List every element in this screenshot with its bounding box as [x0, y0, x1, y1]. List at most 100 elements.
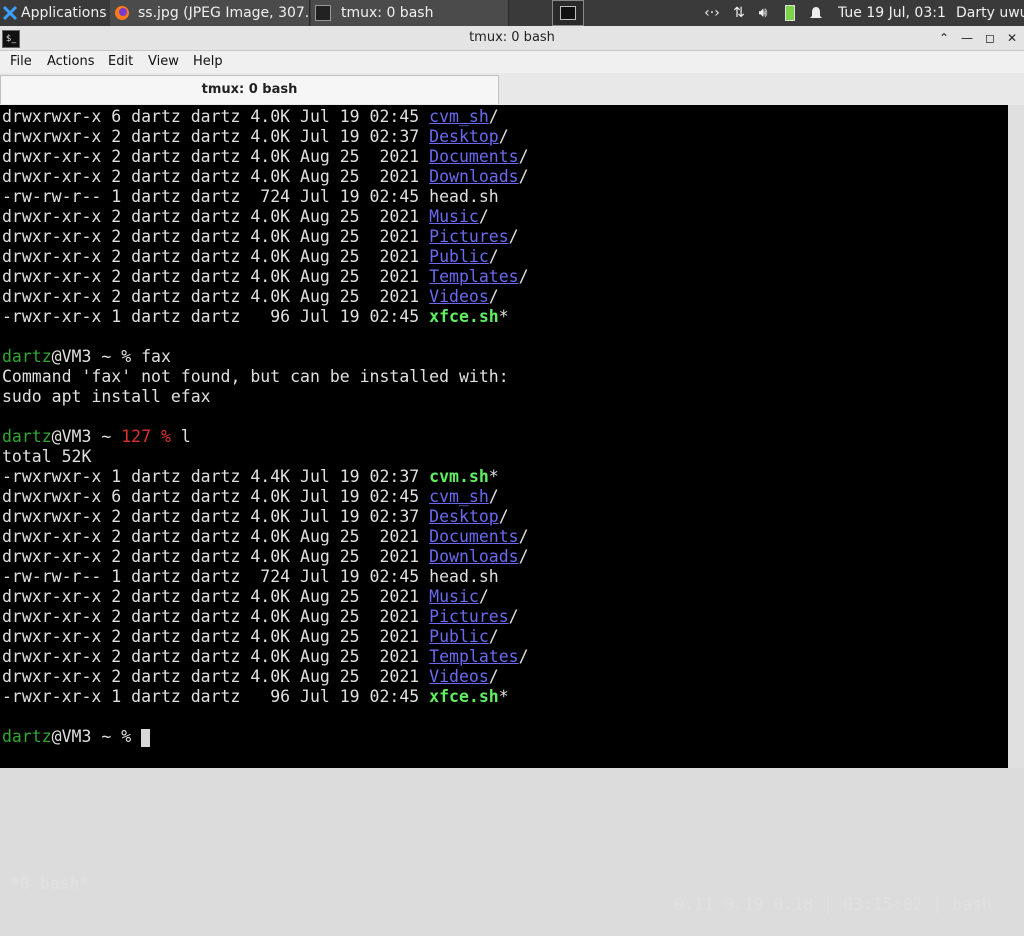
ls-filename: head.sh	[429, 187, 499, 206]
ls-row: drwxrwxr-x 2 dartz dartz 4.0K Jul 19 02:…	[2, 507, 509, 527]
ls-suffix: /	[498, 507, 509, 526]
ls-suffix: /	[488, 107, 499, 126]
ls-filename: Videos	[429, 287, 489, 306]
ls-meta: drwxrwxr-x 2 dartz dartz 4.0K Jul 19 02:…	[2, 127, 430, 146]
prompt-host: @VM3 ~	[51, 427, 122, 446]
ls-filename: Public	[429, 247, 489, 266]
command-text: l	[170, 427, 191, 446]
minimize-window-icon[interactable]: —	[958, 29, 976, 47]
ls-row: -rwxr-xr-x 1 dartz dartz 96 Jul 19 02:45…	[2, 687, 509, 707]
task-firefox[interactable]: ss.jpg (JPEG Image, 307...	[110, 0, 310, 26]
clock[interactable]: Tue 19 Jul, 03:15	[838, 0, 946, 26]
ls-row: drwxrwxr-x 2 dartz dartz 4.0K Jul 19 02:…	[2, 127, 509, 147]
ls-suffix: /	[488, 667, 499, 686]
ls-row: drwxr-xr-x 2 dartz dartz 4.0K Aug 25 202…	[2, 167, 529, 187]
ls-row: drwxr-xr-x 2 dartz dartz 4.0K Aug 25 202…	[2, 607, 519, 627]
task-terminal[interactable]: tmux: 0 bash	[311, 0, 509, 26]
ls-filename: cvm_sh	[429, 107, 489, 126]
ls-meta: -rwxr-xr-x 1 dartz dartz 96 Jul 19 02:45	[2, 687, 430, 706]
ls-meta: drwxr-xr-x 2 dartz dartz 4.0K Aug 25 202…	[2, 207, 430, 226]
applications-label: Applications	[21, 5, 107, 21]
menu-view[interactable]: View	[148, 51, 179, 73]
network-arrows-icon[interactable]: ‹·›	[702, 0, 722, 26]
tab-tmux-bash[interactable]: tmux: 0 bash	[0, 75, 499, 104]
ls-row: drwxr-xr-x 2 dartz dartz 4.0K Aug 25 202…	[2, 627, 499, 647]
close-window-icon[interactable]: ✕	[1003, 29, 1021, 47]
ls-meta: drwxr-xr-x 2 dartz dartz 4.0K Aug 25 202…	[2, 287, 430, 306]
ls-filename: Desktop	[429, 127, 499, 146]
ls-filename: Pictures	[429, 227, 509, 246]
user-menu[interactable]: Darty uwu	[956, 0, 1024, 26]
ls-meta: drwxr-xr-x 2 dartz dartz 4.0K Aug 25 202…	[2, 647, 430, 666]
ls-meta: drwxr-xr-x 2 dartz dartz 4.0K Aug 25 202…	[2, 607, 430, 626]
tmux-window-label[interactable]: *0 bash*	[0, 873, 89, 894]
prompt-char: %	[121, 347, 132, 366]
notification-bell-icon[interactable]	[806, 0, 826, 26]
menu-file[interactable]: File	[10, 51, 32, 73]
ls-meta: drwxr-xr-x 2 dartz dartz 4.0K Aug 25 202…	[2, 587, 430, 606]
ls-suffix: /	[518, 547, 529, 566]
ls-filename: Documents	[429, 527, 519, 546]
ls-suffix: *	[498, 687, 509, 706]
ls-suffix: /	[498, 127, 509, 146]
task-label: tmux: 0 bash	[341, 5, 434, 21]
window-titlebar[interactable]: $_ tmux: 0 bash ⌃ — ◻ ✕	[0, 26, 1024, 51]
task-label: ss.jpg (JPEG Image, 307...	[138, 5, 310, 21]
ls-row: drwxr-xr-x 2 dartz dartz 4.0K Aug 25 202…	[2, 647, 529, 667]
maximize-window-icon[interactable]: ◻	[981, 29, 999, 47]
prompt-host: @VM3 ~	[51, 347, 122, 366]
ls-row: drwxrwxr-x 6 dartz dartz 4.0K Jul 19 02:…	[2, 487, 499, 507]
ls-filename: xfce.sh	[429, 307, 499, 326]
ls-suffix: *	[488, 467, 499, 486]
menu-edit[interactable]: Edit	[108, 51, 133, 73]
shade-window-icon[interactable]: ⌃	[935, 29, 953, 47]
prompt-user: dartz	[2, 347, 52, 366]
window-title: tmux: 0 bash	[469, 30, 555, 45]
ls-meta: -rw-rw-r-- 1 dartz dartz 724 Jul 19 02:4…	[2, 187, 430, 206]
text-cursor	[141, 728, 151, 747]
ls-meta: drwxr-xr-x 2 dartz dartz 4.0K Aug 25 202…	[2, 167, 430, 186]
terminal-icon	[315, 5, 331, 21]
ls-meta: drwxr-xr-x 2 dartz dartz 4.0K Aug 25 202…	[2, 247, 430, 266]
tmux-status-right: 0.11 0.19 0.18 | 03:15:02 | bash	[674, 895, 992, 914]
ls-suffix: /	[518, 147, 529, 166]
terminal-output[interactable]: drwxrwxr-x 6 dartz dartz 4.0K Jul 19 02:…	[0, 105, 1008, 914]
ls-meta: drwxr-xr-x 2 dartz dartz 4.0K Aug 25 202…	[2, 267, 430, 286]
workspace-switcher[interactable]	[552, 0, 584, 26]
battery-icon[interactable]	[782, 0, 798, 26]
ls-filename: Pictures	[429, 607, 509, 626]
network-updown-icon[interactable]: ⇅	[729, 0, 749, 26]
ls-row: -rw-rw-r-- 1 dartz dartz 724 Jul 19 02:4…	[2, 567, 499, 587]
ls-meta: drwxr-xr-x 2 dartz dartz 4.0K Aug 25 202…	[2, 147, 430, 166]
ls-suffix: /	[518, 267, 529, 286]
prompt-line[interactable]: dartz@VM3 ~ %	[2, 727, 151, 747]
ls-filename: Templates	[429, 267, 519, 286]
ls-row: drwxr-xr-x 2 dartz dartz 4.0K Aug 25 202…	[2, 587, 489, 607]
command-text: fax	[131, 347, 171, 366]
ls-meta: -rw-rw-r-- 1 dartz dartz 724 Jul 19 02:4…	[2, 567, 430, 586]
terminal-scrollbar[interactable]	[1008, 105, 1024, 768]
menu-help[interactable]: Help	[193, 51, 223, 73]
volume-icon[interactable]: 🔊︎	[753, 0, 773, 26]
ls-filename: Music	[429, 207, 479, 226]
ls-suffix: /	[518, 527, 529, 546]
tab-bar: tmux: 0 bash	[0, 73, 1024, 105]
ls-meta: drwxrwxr-x 6 dartz dartz 4.0K Jul 19 02:…	[2, 487, 430, 506]
ls-row: drwxr-xr-x 2 dartz dartz 4.0K Aug 25 202…	[2, 287, 499, 307]
ls-filename: Videos	[429, 667, 489, 686]
ls-filename: Downloads	[429, 167, 519, 186]
ls-row: drwxr-xr-x 2 dartz dartz 4.0K Aug 25 202…	[2, 527, 529, 547]
output-line: total 52K	[2, 447, 92, 466]
tmux-status-bar: *0 bash* 0.11 0.19 0.18 | 03:15:02 | bas…	[0, 852, 1008, 914]
applications-menu[interactable]: Applications	[2, 0, 110, 26]
ls-row: drwxr-xr-x 2 dartz dartz 4.0K Aug 25 202…	[2, 247, 499, 267]
ls-meta: drwxrwxr-x 2 dartz dartz 4.0K Jul 19 02:…	[2, 507, 430, 526]
ls-row: drwxr-xr-x 2 dartz dartz 4.0K Aug 25 202…	[2, 147, 529, 167]
ls-meta: drwxr-xr-x 2 dartz dartz 4.0K Aug 25 202…	[2, 627, 430, 646]
ls-row: -rwxr-xr-x 1 dartz dartz 96 Jul 19 02:45…	[2, 307, 509, 327]
prompt-user: dartz	[2, 427, 52, 446]
ls-meta: -rwxr-xr-x 1 dartz dartz 96 Jul 19 02:45	[2, 307, 430, 326]
ls-meta: drwxrwxr-x 6 dartz dartz 4.0K Jul 19 02:…	[2, 107, 430, 126]
ls-suffix: /	[488, 287, 499, 306]
menu-actions[interactable]: Actions	[47, 51, 95, 73]
